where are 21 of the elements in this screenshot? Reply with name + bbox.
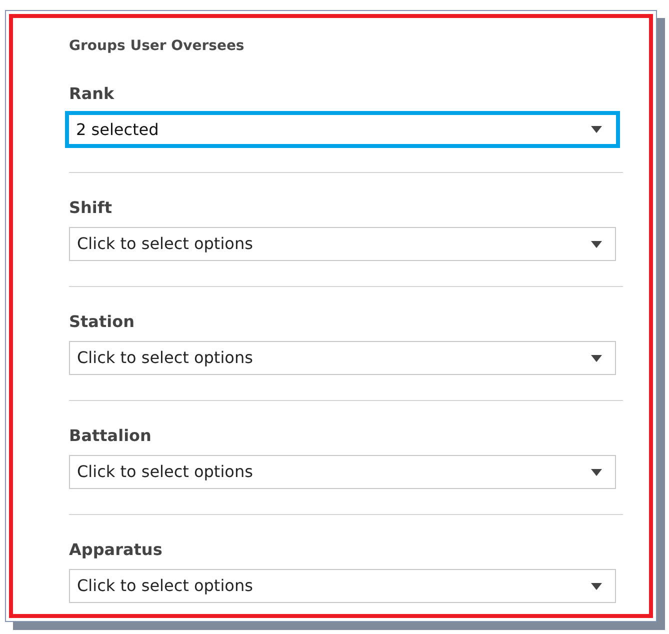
caret-icon <box>591 468 602 476</box>
section-title: Groups User Oversees <box>69 37 246 56</box>
field-label: Battalion <box>69 426 152 446</box>
dropdown-input[interactable]: Click to select options <box>77 460 591 484</box>
field-label: Rank <box>69 84 116 104</box>
dropdown-field[interactable]: Click to select options <box>69 455 616 489</box>
dropdown-field[interactable]: 2 selected <box>65 111 620 148</box>
field-label: Shift <box>69 198 114 218</box>
dropdown-field[interactable]: Click to select options <box>69 341 616 375</box>
field-label: Station <box>69 312 136 332</box>
caret-icon <box>591 354 602 362</box>
field-label: Apparatus <box>69 540 164 560</box>
caret-icon <box>591 126 602 133</box>
caret-icon <box>591 240 602 248</box>
dropdown-value: 2 selected <box>76 118 160 140</box>
dropdown-input[interactable]: Click to select options <box>77 232 591 256</box>
dropdown-input[interactable]: Click to select options <box>77 346 591 370</box>
dropdown-field[interactable]: Click to select options <box>69 569 616 603</box>
dropdown-input[interactable]: Click to select options <box>77 574 591 598</box>
dropdown-field[interactable]: Click to select options <box>69 227 616 261</box>
caret-icon <box>591 582 602 590</box>
